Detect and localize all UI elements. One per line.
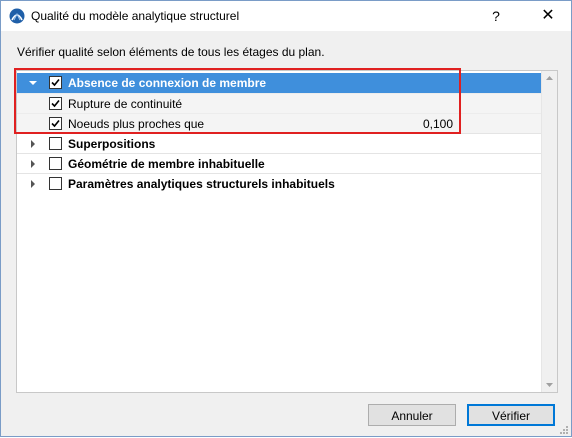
check-tree: Absence de connexion de membre Rupture d… (16, 70, 558, 393)
scroll-down-icon[interactable] (542, 378, 557, 392)
close-button[interactable]: ✕ (531, 1, 565, 31)
instruction-text: Vérifier qualité selon éléments de tous … (17, 45, 325, 59)
tree-row-unusual-geometry[interactable]: Géométrie de membre inhabituelle (17, 153, 541, 174)
title-bar[interactable]: Qualité du modèle analytique structurel … (1, 1, 571, 31)
window-title: Qualité du modèle analytique structurel (31, 9, 240, 23)
triangle-right-icon[interactable] (28, 158, 38, 170)
checkmark-icon (51, 119, 60, 128)
vertical-scrollbar[interactable] (541, 71, 557, 392)
checkbox-continuity-break[interactable] (49, 97, 62, 110)
tree-row-unusual-parameters[interactable]: Paramètres analytiques structurels inhab… (17, 173, 541, 194)
tree-row-label: Noeuds plus proches que (68, 117, 205, 131)
dialog-window: Qualité du modèle analytique structurel … (0, 0, 572, 437)
distance-value-field[interactable]: 0,100 (423, 117, 453, 131)
tree-row-label: Superpositions (68, 137, 156, 151)
verify-button[interactable]: Vérifier (467, 404, 555, 426)
checkmark-icon (51, 78, 60, 87)
checkbox-unusual-geometry[interactable] (49, 157, 62, 170)
tree-row-continuity-break[interactable]: Rupture de continuité (17, 93, 541, 114)
tree-row-label: Absence de connexion de membre (68, 76, 267, 90)
checkbox-unusual-parameters[interactable] (49, 177, 62, 190)
checkbox-member-connection[interactable] (49, 76, 62, 89)
resize-grip-icon[interactable] (559, 424, 569, 434)
triangle-right-icon[interactable] (28, 138, 38, 150)
checkmark-icon (51, 99, 60, 108)
triangle-down-icon[interactable] (28, 77, 38, 89)
tree-row-label: Paramètres analytiques structurels inhab… (68, 177, 335, 191)
tree-row-overlaps[interactable]: Superpositions (17, 133, 541, 154)
triangle-right-icon[interactable] (28, 178, 38, 190)
help-button[interactable]: ? (481, 1, 511, 31)
app-icon (9, 8, 25, 24)
tree-row-label: Rupture de continuité (68, 97, 183, 111)
tree-row-close-nodes[interactable]: Noeuds plus proches que 0,100 (17, 113, 541, 134)
checkbox-close-nodes[interactable] (49, 117, 62, 130)
tree-row-member-connection[interactable]: Absence de connexion de membre (17, 73, 541, 93)
cancel-button[interactable]: Annuler (368, 404, 456, 426)
checkbox-overlaps[interactable] (49, 137, 62, 150)
scroll-up-icon[interactable] (542, 71, 557, 85)
tree-row-label: Géométrie de membre inhabituelle (68, 157, 265, 171)
